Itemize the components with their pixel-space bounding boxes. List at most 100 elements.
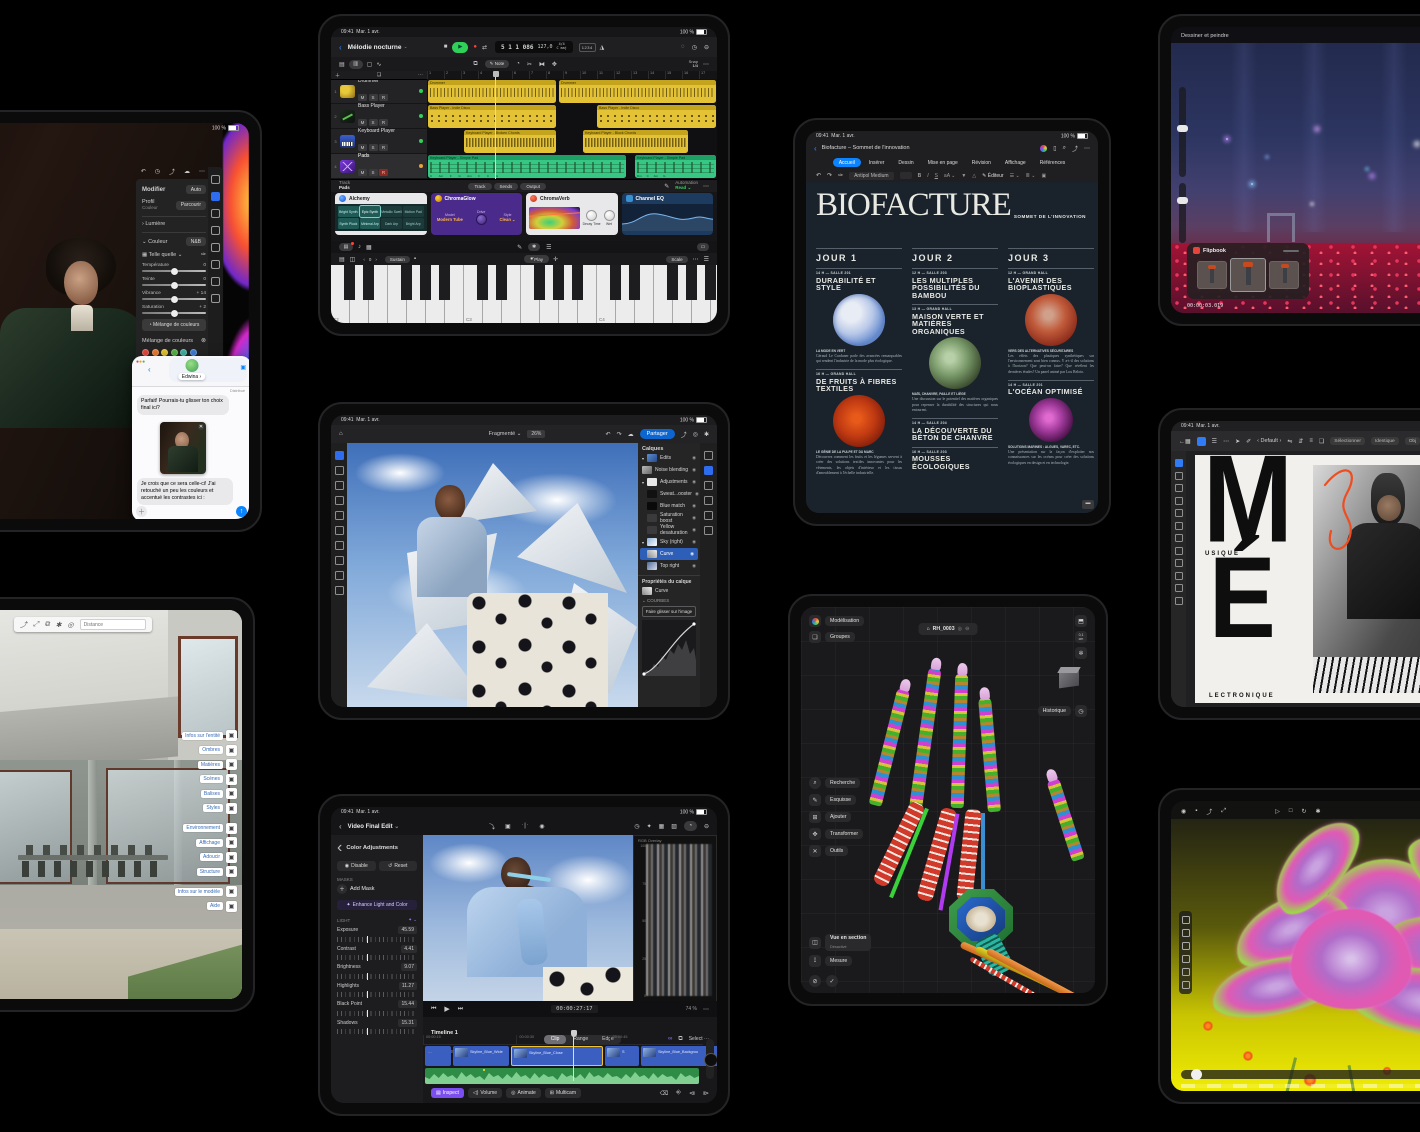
move-tool-icon[interactable] xyxy=(1182,929,1190,937)
ribbon-tab[interactable]: Affichage xyxy=(999,158,1032,167)
color-dot[interactable] xyxy=(152,349,159,356)
add-mask-row[interactable]: ＋Add Mask xyxy=(331,884,423,894)
skip-fwd-icon[interactable]: ⏭ xyxy=(458,1006,463,1013)
sidebar-icon[interactable]: ▣ xyxy=(226,852,237,863)
flipbook-frame-active[interactable] xyxy=(1230,258,1266,292)
plugin-channeleq[interactable]: Channel EQ xyxy=(622,193,714,235)
document-page[interactable]: BIOFACTURE SOMMET DE L'INNOVATION JOUR 1… xyxy=(806,182,1098,513)
search-icon[interactable]: ⌕ xyxy=(809,777,821,789)
solo-button[interactable]: S xyxy=(369,119,378,126)
select-tool-icon[interactable] xyxy=(1175,459,1183,467)
more-icon[interactable]: ⋯ xyxy=(418,72,423,78)
move-tool-icon[interactable] xyxy=(335,451,344,460)
loop-icon[interactable]: ↻ xyxy=(1301,808,1306,815)
pencil-icon[interactable]: ✎ xyxy=(664,183,669,190)
inspector-tab[interactable]: Output xyxy=(520,183,546,190)
detach-icon[interactable]: ⎆ xyxy=(676,1090,681,1097)
split-right-icon[interactable]: ⧐ xyxy=(703,1090,709,1097)
plus-button[interactable]: ＋ xyxy=(136,506,147,517)
color-dot[interactable] xyxy=(190,349,197,356)
text-tool-icon[interactable] xyxy=(1175,559,1183,567)
octave-up-icon[interactable]: › xyxy=(375,257,377,262)
flip-v-icon[interactable]: ⇵ xyxy=(1298,438,1303,445)
slider-knob[interactable] xyxy=(171,310,178,317)
playback-slider[interactable] xyxy=(1181,1070,1420,1079)
disable-icon[interactable]: ⊘ xyxy=(809,975,821,987)
pencil-tool-icon[interactable] xyxy=(1175,509,1183,517)
profile-select[interactable]: ▦ Telle quelle ⌄ xyxy=(142,252,182,258)
split-left-icon[interactable]: ⧏ xyxy=(689,1090,695,1097)
format-brush-icon[interactable]: ✑ xyxy=(838,172,843,179)
sketch-icon[interactable]: ✎ xyxy=(809,794,821,806)
minimize-icon[interactable]: ⊖ xyxy=(704,44,709,51)
sidebar-icon[interactable]: ▣ xyxy=(226,788,237,799)
animate-button[interactable]: ◎ Animate xyxy=(506,1088,541,1098)
play-mode-button[interactable]: ☛ Play xyxy=(524,255,549,263)
brush-opacity-slider[interactable] xyxy=(1179,183,1186,243)
project-title[interactable]: Mélodie nocturne xyxy=(348,44,402,51)
ribbon-tab[interactable]: Révision xyxy=(966,158,997,167)
settings-icon[interactable]: ✱ xyxy=(704,431,709,438)
slider[interactable]: Saturation+ 2 xyxy=(142,305,206,314)
plugin-chromaverb[interactable]: ChromaVerb Decay Time Wet xyxy=(526,193,618,235)
eyedropper-icon[interactable]: ✑ xyxy=(201,251,206,258)
ribbon-tab[interactable]: Dessin xyxy=(892,158,919,167)
export-icon[interactable]: ⤴ xyxy=(681,430,687,439)
adjust-slider[interactable]: Contrast4.41 xyxy=(331,942,423,961)
lumiere-section[interactable]: › Lumière xyxy=(142,221,165,227)
inspector-tab[interactable]: Track xyxy=(468,183,491,190)
track-row-pads[interactable]: 4 Pads MSR xyxy=(331,154,427,179)
history-panel-icon[interactable] xyxy=(704,526,713,535)
notifications-icon[interactable]: ◎ xyxy=(67,621,73,629)
shape-tool-icon[interactable] xyxy=(1175,547,1183,555)
layer-row[interactable]: Top right◉ xyxy=(638,560,700,572)
align-button[interactable]: ☰ ⌄ xyxy=(1010,173,1020,179)
color-dot[interactable] xyxy=(142,349,149,356)
layers-panel-icon[interactable] xyxy=(704,451,713,460)
material-tool-icon[interactable] xyxy=(1182,968,1190,976)
groups-icon[interactable]: ❏ xyxy=(809,631,821,643)
slider-knob[interactable] xyxy=(171,268,178,275)
close-icon[interactable]: ✕ xyxy=(198,424,204,430)
play-button[interactable]: ▶ xyxy=(444,1005,449,1013)
text-color-button[interactable]: ▼ xyxy=(961,173,966,179)
more-icon[interactable]: ⋯ xyxy=(703,1006,709,1013)
mute-button[interactable]: M xyxy=(358,169,367,176)
identique-button[interactable]: Identique xyxy=(1371,437,1399,445)
scale-button[interactable]: Scale xyxy=(666,256,687,263)
align-icon[interactable]: ≡ xyxy=(1309,438,1313,444)
contact-name[interactable]: Edwina › xyxy=(178,373,205,380)
region[interactable]: Keyboard Player - Block Chords xyxy=(583,130,688,153)
back-icon[interactable]: ‹ xyxy=(339,822,342,831)
brush-size-slider[interactable] xyxy=(1179,87,1186,177)
versions-icon[interactable] xyxy=(211,277,220,286)
mute-button[interactable]: M xyxy=(358,119,367,126)
measure-icon[interactable]: ⟟ xyxy=(809,955,821,967)
more-icon[interactable]: ⋯ xyxy=(703,61,709,68)
cycle-icon[interactable]: ⇄ xyxy=(482,44,487,51)
glissando-icon[interactable]: ✛ xyxy=(553,256,558,263)
add-icon[interactable]: ⊞ xyxy=(809,811,821,823)
transform-tool-icon[interactable] xyxy=(335,466,344,475)
document-title[interactable]: Fragmenté ⌄ xyxy=(489,431,522,437)
lcd-display[interactable]: 5 1 1 086 127,0 4/4C maj xyxy=(495,41,573,52)
snap-setting[interactable]: Snap1/4 xyxy=(689,60,698,69)
eye-icon[interactable]: ◉ xyxy=(695,491,699,497)
render-settings-icon[interactable]: ✱ xyxy=(1316,808,1321,815)
camera-tool-icon[interactable] xyxy=(1182,916,1190,924)
project-title[interactable]: Video Final Edit ⌄ xyxy=(348,823,400,830)
search-icon[interactable]: ⌕ xyxy=(1063,145,1066,152)
preset-select[interactable]: ‹ Default › xyxy=(1257,438,1281,444)
eye-icon[interactable]: ◉ xyxy=(690,551,694,557)
eye-icon[interactable]: ◉ xyxy=(692,527,696,533)
preset-tile[interactable]: Bright Synth xyxy=(338,206,359,217)
underline-button[interactable]: S xyxy=(935,173,938,179)
layer-row[interactable]: Yellow desaturation◉ xyxy=(638,524,700,536)
track-row-keyboard[interactable]: 3 Keyboard Player MSR xyxy=(331,129,427,154)
reset-button[interactable]: ↺ Reset xyxy=(379,861,418,871)
present-icon[interactable]: ▯ xyxy=(1053,145,1056,152)
count-in-icon[interactable]: 1234 xyxy=(579,43,596,52)
inspector-tab[interactable]: Sends xyxy=(494,183,519,190)
home-icon[interactable]: ⌂ xyxy=(339,431,343,437)
skip-back-icon[interactable]: ⏮ xyxy=(431,1006,436,1013)
